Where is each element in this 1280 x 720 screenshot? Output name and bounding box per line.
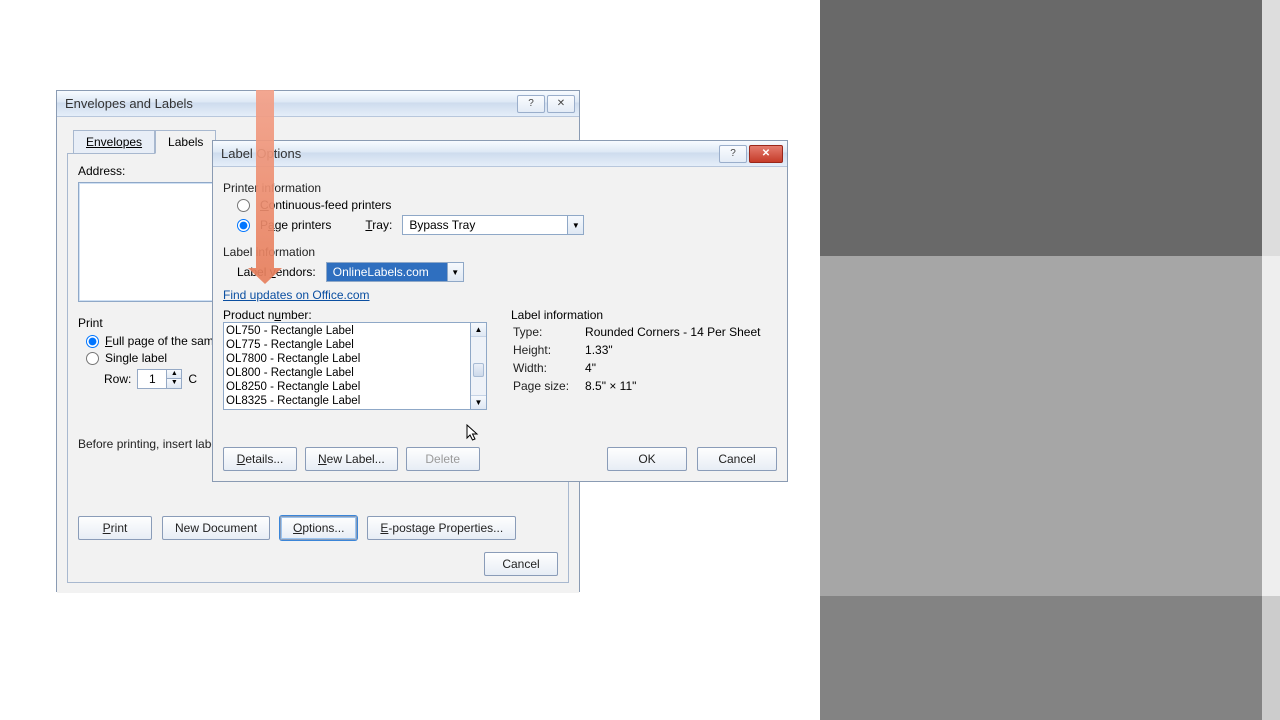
- new-document-button[interactable]: New Document: [162, 516, 270, 540]
- scrollbar[interactable]: ▲ ▼: [470, 323, 486, 409]
- product-listbox[interactable]: OL750 - Rectangle Label OL775 - Rectangl…: [223, 322, 487, 410]
- close-button[interactable]: ✕: [749, 145, 783, 163]
- dialog-title: Envelopes and Labels: [65, 96, 193, 111]
- product-list-items[interactable]: OL750 - Rectangle Label OL775 - Rectangl…: [224, 323, 470, 409]
- tab-envelopes[interactable]: Envelopes: [73, 130, 155, 154]
- help-button[interactable]: ?: [517, 95, 545, 113]
- tray-label: Tray:: [365, 218, 392, 232]
- label-info-section-label: Label information: [223, 245, 777, 259]
- scroll-thumb[interactable]: [473, 363, 484, 377]
- list-item[interactable]: OL7800 - Rectangle Label: [226, 352, 468, 366]
- tray-combo[interactable]: Bypass Tray ▼: [402, 215, 584, 235]
- cancel-button[interactable]: Cancel: [484, 552, 558, 576]
- list-item[interactable]: OL750 - Rectangle Label: [226, 324, 468, 338]
- radio-continuous-feed[interactable]: [237, 199, 250, 212]
- find-updates-link[interactable]: Find updates on Office.com: [223, 288, 777, 302]
- spin-up-icon[interactable]: ▲: [167, 370, 181, 379]
- vendors-value: OnlineLabels.com: [327, 263, 447, 281]
- scroll-up-icon[interactable]: ▲: [471, 323, 486, 337]
- cursor-icon: [466, 424, 480, 442]
- cancel-button[interactable]: Cancel: [697, 447, 777, 471]
- vendors-combo[interactable]: OnlineLabels.com ▼: [326, 262, 464, 282]
- annotation-arrow: [256, 90, 274, 270]
- list-item[interactable]: OL8325 - Rectangle Label: [226, 394, 468, 408]
- radio-full-page[interactable]: [86, 335, 99, 348]
- chevron-down-icon[interactable]: ▼: [447, 263, 463, 281]
- radio-page-printers[interactable]: [237, 219, 250, 232]
- radio-single-label-text: Single label: [105, 351, 167, 365]
- spin-down-icon[interactable]: ▼: [167, 379, 181, 388]
- options-button[interactable]: Options...: [280, 516, 357, 540]
- ok-button[interactable]: OK: [607, 447, 687, 471]
- tray-value: Bypass Tray: [403, 216, 567, 234]
- radio-continuous-feed-label: Continuous-feed printers: [260, 198, 391, 212]
- list-item[interactable]: OL8250 - Rectangle Label: [226, 380, 468, 394]
- close-button[interactable]: ✕: [547, 95, 575, 113]
- label-options-dialog: Label Options ? ✕ Printer information Co…: [212, 140, 788, 482]
- radio-full-page-label: FFull page of the samull page of the sam: [105, 334, 214, 348]
- scroll-down-icon[interactable]: ▼: [471, 395, 486, 409]
- epostage-button[interactable]: E-postage Properties...: [367, 516, 516, 540]
- printer-info-section-label: Printer information: [223, 181, 777, 195]
- radio-single-label[interactable]: [86, 352, 99, 365]
- label-info-table: Type:Rounded Corners - 14 Per Sheet Heig…: [511, 322, 762, 396]
- tab-labels[interactable]: Labels: [155, 130, 216, 154]
- dialog-titlebar[interactable]: Envelopes and Labels ? ✕: [57, 91, 579, 117]
- product-number-label: Product number:: [223, 308, 487, 322]
- row-label: Row:: [104, 372, 131, 386]
- label-info-header: Label information: [511, 308, 762, 322]
- delete-button: Delete: [406, 447, 480, 471]
- new-label-button[interactable]: New Label...: [305, 447, 398, 471]
- help-button[interactable]: ?: [719, 145, 747, 163]
- row-spinner[interactable]: ▲▼: [137, 369, 182, 389]
- details-button[interactable]: Details...: [223, 447, 297, 471]
- chevron-down-icon[interactable]: ▼: [567, 216, 583, 234]
- dialog-titlebar[interactable]: Label Options ? ✕: [213, 141, 787, 167]
- list-item[interactable]: OL800 - Rectangle Label: [226, 366, 468, 380]
- col-label-fragment: C: [188, 372, 197, 386]
- list-item[interactable]: OL775 - Rectangle Label: [226, 338, 468, 352]
- background-panel: [820, 0, 1280, 720]
- print-button[interactable]: Print: [78, 516, 152, 540]
- row-value[interactable]: [138, 370, 166, 388]
